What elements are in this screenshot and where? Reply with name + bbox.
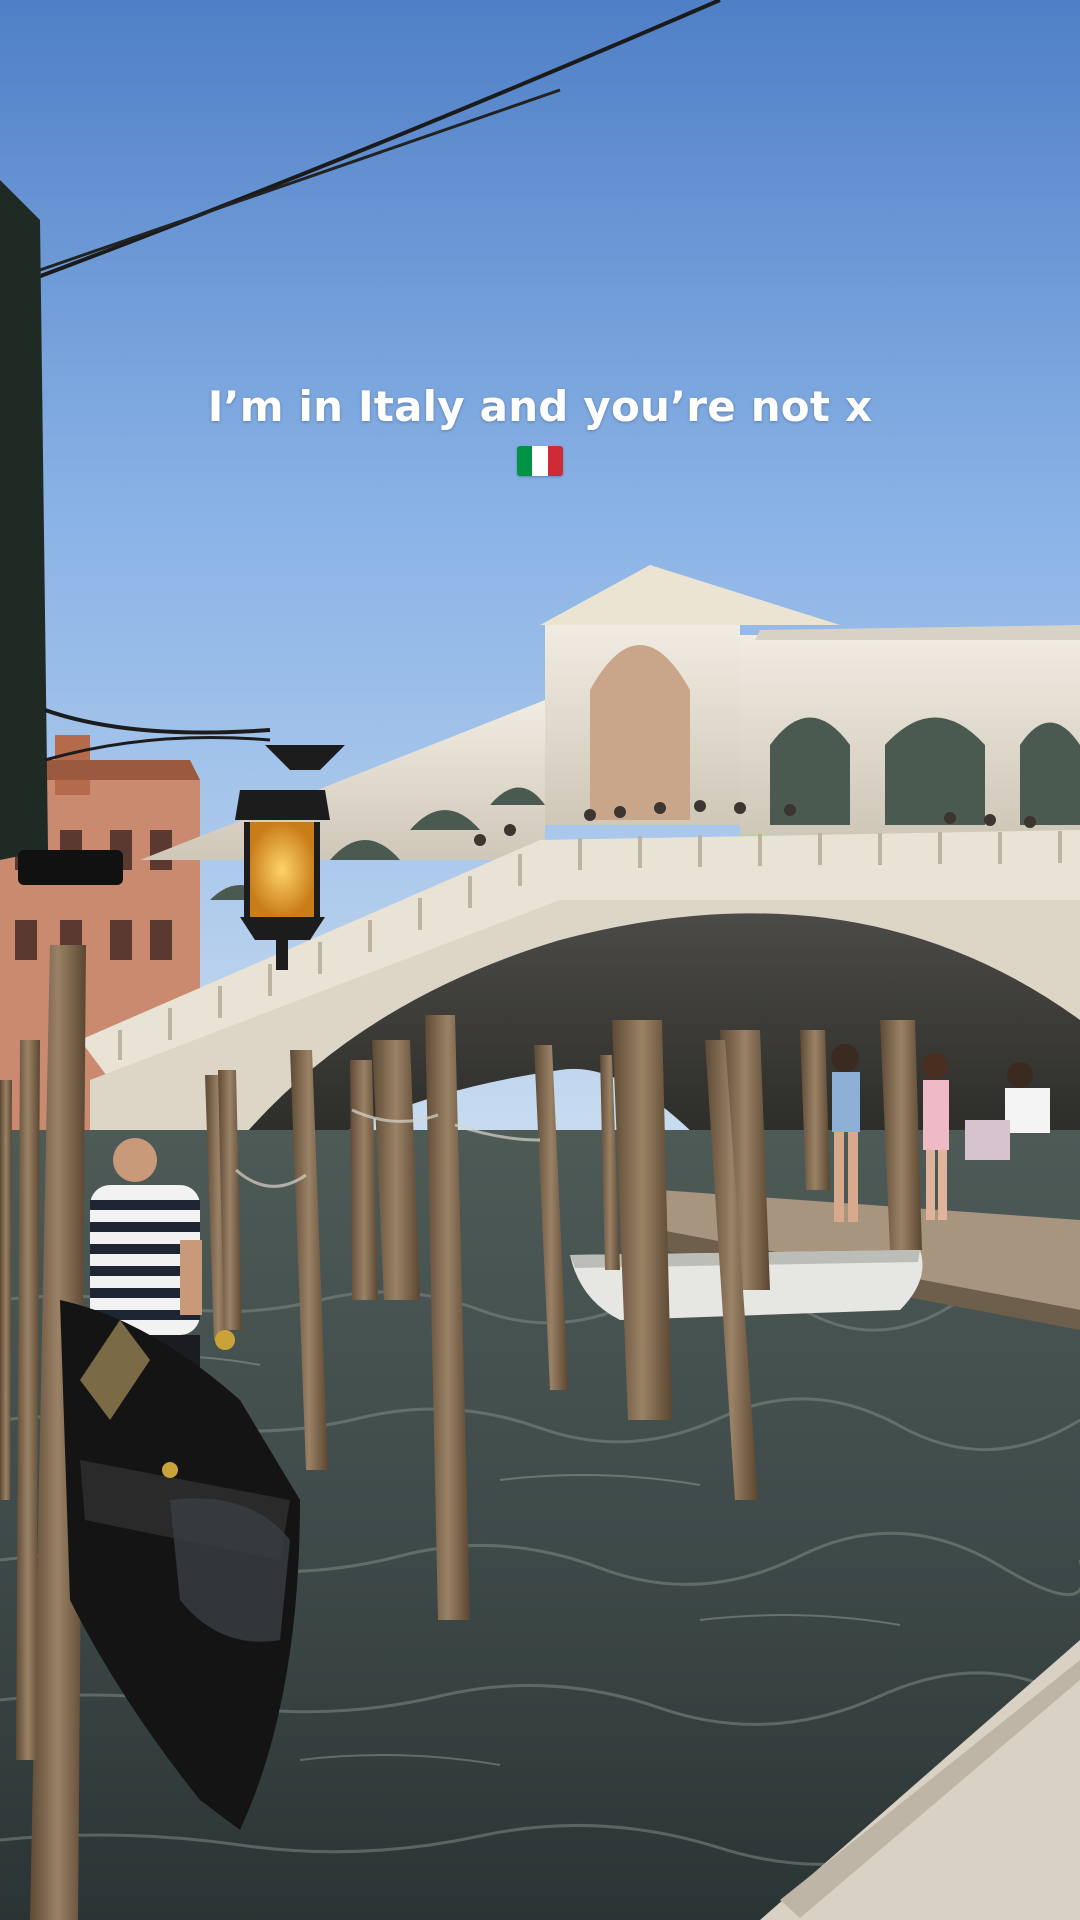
- venice-rialto-scene: [0, 0, 1080, 1920]
- video-frame: I’m in Italy and you’re not x: [0, 0, 1080, 1920]
- flag-green-stripe: [517, 446, 533, 476]
- caption-text: I’m in Italy and you’re not x: [207, 382, 873, 431]
- flag-red-stripe: [547, 446, 563, 476]
- flag-white-stripe: [532, 446, 548, 476]
- italian-flag-icon: [517, 446, 563, 476]
- video-caption: I’m in Italy and you’re not x: [0, 380, 1080, 486]
